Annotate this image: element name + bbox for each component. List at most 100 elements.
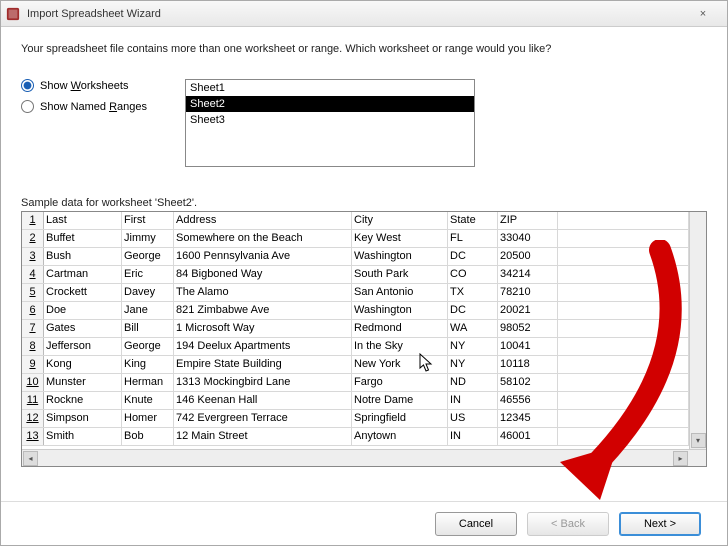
cell: Empire State Building	[174, 356, 352, 373]
table-row: 6DoeJane821 Zimbabwe AveWashingtonDC2002…	[22, 302, 689, 320]
cell: 34214	[498, 266, 558, 283]
table-row: 2BuffetJimmySomewhere on the BeachKey We…	[22, 230, 689, 248]
show-worksheets-radio[interactable]: Show Worksheets	[21, 79, 161, 92]
cell: 194 Deelux Apartments	[174, 338, 352, 355]
cell: 146 Keenan Hall	[174, 392, 352, 409]
table-row: 13SmithBob12 Main StreetAnytownIN46001	[22, 428, 689, 446]
cell: ND	[448, 374, 498, 391]
row-number: 8	[22, 338, 44, 355]
cell: City	[352, 212, 448, 229]
cell: 58102	[498, 374, 558, 391]
cell: Buffet	[44, 230, 122, 247]
cell: ZIP	[498, 212, 558, 229]
cell: Notre Dame	[352, 392, 448, 409]
cell: Simpson	[44, 410, 122, 427]
vertical-scrollbar[interactable]: ▾	[689, 212, 706, 449]
cell: Anytown	[352, 428, 448, 445]
cell: King	[122, 356, 174, 373]
radio-worksheets-input[interactable]	[21, 79, 34, 92]
cell: NY	[448, 338, 498, 355]
cell: DC	[448, 248, 498, 265]
cell: Jimmy	[122, 230, 174, 247]
cell: NY	[448, 356, 498, 373]
cell: 46556	[498, 392, 558, 409]
cell: TX	[448, 284, 498, 301]
cell: Homer	[122, 410, 174, 427]
window-title: Import Spreadsheet Wizard	[27, 8, 683, 20]
cell: 1 Microsoft Way	[174, 320, 352, 337]
row-number: 10	[22, 374, 44, 391]
app-icon	[5, 6, 21, 22]
cancel-button[interactable]: Cancel	[435, 512, 517, 536]
radio-group: Show Worksheets Show Named Ranges	[21, 79, 161, 113]
cell: 84 Bigboned Way	[174, 266, 352, 283]
scroll-left-icon[interactable]: ◂	[23, 451, 38, 466]
selection-row: Show Worksheets Show Named Ranges Sheet1…	[21, 79, 707, 167]
cell: Washington	[352, 248, 448, 265]
radio-named-input[interactable]	[21, 100, 34, 113]
table-row: 11RockneKnute146 Keenan HallNotre DameIN…	[22, 392, 689, 410]
cell: Bush	[44, 248, 122, 265]
cell: Somewhere on the Beach	[174, 230, 352, 247]
sheet-listbox[interactable]: Sheet1 Sheet2 Sheet3	[185, 79, 475, 167]
scroll-right-icon[interactable]: ▸	[673, 451, 688, 466]
cell: DC	[448, 302, 498, 319]
cell: 821 Zimbabwe Ave	[174, 302, 352, 319]
titlebar: Import Spreadsheet Wizard ×	[1, 1, 727, 27]
cell: First	[122, 212, 174, 229]
cell: IN	[448, 428, 498, 445]
cell: 98052	[498, 320, 558, 337]
cell: Doe	[44, 302, 122, 319]
grid-rows: 1LastFirstAddressCityStateZIP2BuffetJimm…	[22, 212, 689, 449]
cell: 12345	[498, 410, 558, 427]
cell: Springfield	[352, 410, 448, 427]
table-row: 3BushGeorge1600 Pennsylvania AveWashingt…	[22, 248, 689, 266]
scroll-down-icon[interactable]: ▾	[691, 433, 706, 448]
sheet-item[interactable]: Sheet3	[186, 112, 474, 128]
cell: New York	[352, 356, 448, 373]
table-row: 4CartmanEric84 Bigboned WaySouth ParkCO3…	[22, 266, 689, 284]
table-row: 7GatesBill1 Microsoft WayRedmondWA98052	[22, 320, 689, 338]
cell: WA	[448, 320, 498, 337]
cell: IN	[448, 392, 498, 409]
cell: 742 Evergreen Terrace	[174, 410, 352, 427]
cell: George	[122, 338, 174, 355]
cell: 46001	[498, 428, 558, 445]
cell: Redmond	[352, 320, 448, 337]
cell: George	[122, 248, 174, 265]
radio-named-label: Show Named Ranges	[40, 101, 147, 113]
radio-worksheets-label: Show Worksheets	[40, 80, 128, 92]
row-number: 5	[22, 284, 44, 301]
cell: 10041	[498, 338, 558, 355]
cell: Rockne	[44, 392, 122, 409]
row-number: 12	[22, 410, 44, 427]
cell: Last	[44, 212, 122, 229]
cell: San Antonio	[352, 284, 448, 301]
back-button[interactable]: < Back	[527, 512, 609, 536]
cell: Address	[174, 212, 352, 229]
table-row: 8JeffersonGeorge194 Deelux ApartmentsIn …	[22, 338, 689, 356]
cell: 33040	[498, 230, 558, 247]
cell: Washington	[352, 302, 448, 319]
wizard-window: Import Spreadsheet Wizard × Your spreads…	[0, 0, 728, 546]
cell: US	[448, 410, 498, 427]
cell: 1600 Pennsylvania Ave	[174, 248, 352, 265]
table-row: 5CrockettDaveyThe AlamoSan AntonioTX7821…	[22, 284, 689, 302]
sheet-item[interactable]: Sheet1	[186, 80, 474, 96]
cell: Kong	[44, 356, 122, 373]
cell: 1313 Mockingbird Lane	[174, 374, 352, 391]
cell: Davey	[122, 284, 174, 301]
close-button[interactable]: ×	[683, 4, 723, 24]
row-number: 1	[22, 212, 44, 229]
cell: 10118	[498, 356, 558, 373]
cell: 78210	[498, 284, 558, 301]
row-number: 6	[22, 302, 44, 319]
horizontal-scrollbar[interactable]: ◂ ▸	[22, 449, 706, 466]
cell: Bob	[122, 428, 174, 445]
show-named-ranges-radio[interactable]: Show Named Ranges	[21, 100, 161, 113]
next-button[interactable]: Next >	[619, 512, 701, 536]
cell: Key West	[352, 230, 448, 247]
cell: Jane	[122, 302, 174, 319]
sheet-item[interactable]: Sheet2	[186, 96, 474, 112]
table-row: 10MunsterHerman1313 Mockingbird LaneFarg…	[22, 374, 689, 392]
